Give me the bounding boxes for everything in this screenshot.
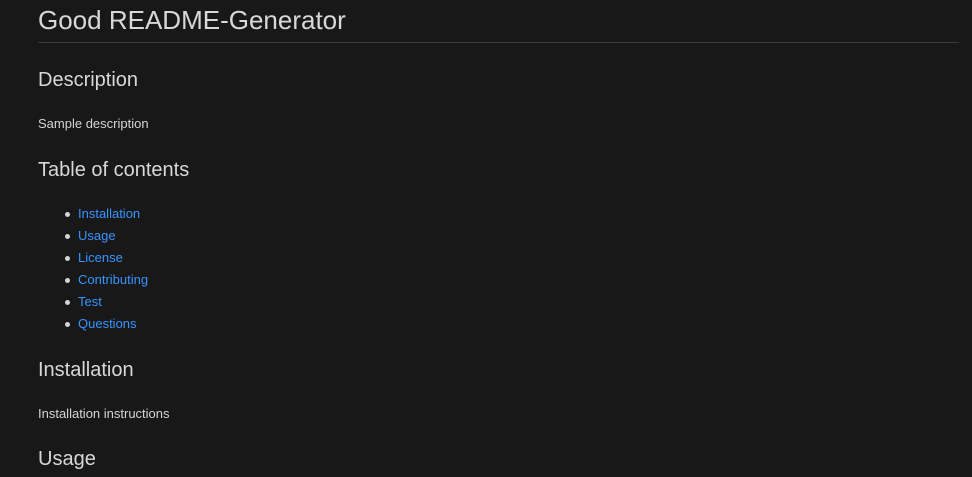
toc-list: Installation Usage License Contributing …: [38, 203, 148, 335]
page-title: Good README-Generator: [38, 0, 959, 43]
toc-item-contributing: Contributing: [64, 269, 148, 291]
description-text: Sample description: [38, 116, 149, 131]
toc-link-license[interactable]: License: [78, 250, 123, 265]
toc-link-contributing[interactable]: Contributing: [78, 272, 148, 287]
title-block: Good README-Generator: [38, 0, 959, 43]
description-heading: Description: [38, 69, 139, 91]
usage-heading: Usage: [38, 448, 96, 470]
toc-item-usage: Usage: [64, 225, 148, 247]
toc-item-installation: Installation: [64, 203, 148, 225]
toc-link-usage[interactable]: Usage: [78, 228, 116, 243]
toc-item-test: Test: [64, 291, 148, 313]
readme-preview: Good README-Generator Description Sample…: [0, 0, 972, 477]
toc-link-installation[interactable]: Installation: [78, 206, 140, 221]
installation-heading: Installation: [38, 359, 134, 381]
installation-text: Installation instructions: [38, 406, 170, 421]
toc-item-license: License: [64, 247, 148, 269]
toc-heading: Table of contents: [38, 159, 190, 181]
toc-link-questions[interactable]: Questions: [78, 316, 137, 331]
toc-item-questions: Questions: [64, 313, 148, 335]
toc-link-test[interactable]: Test: [78, 294, 102, 309]
